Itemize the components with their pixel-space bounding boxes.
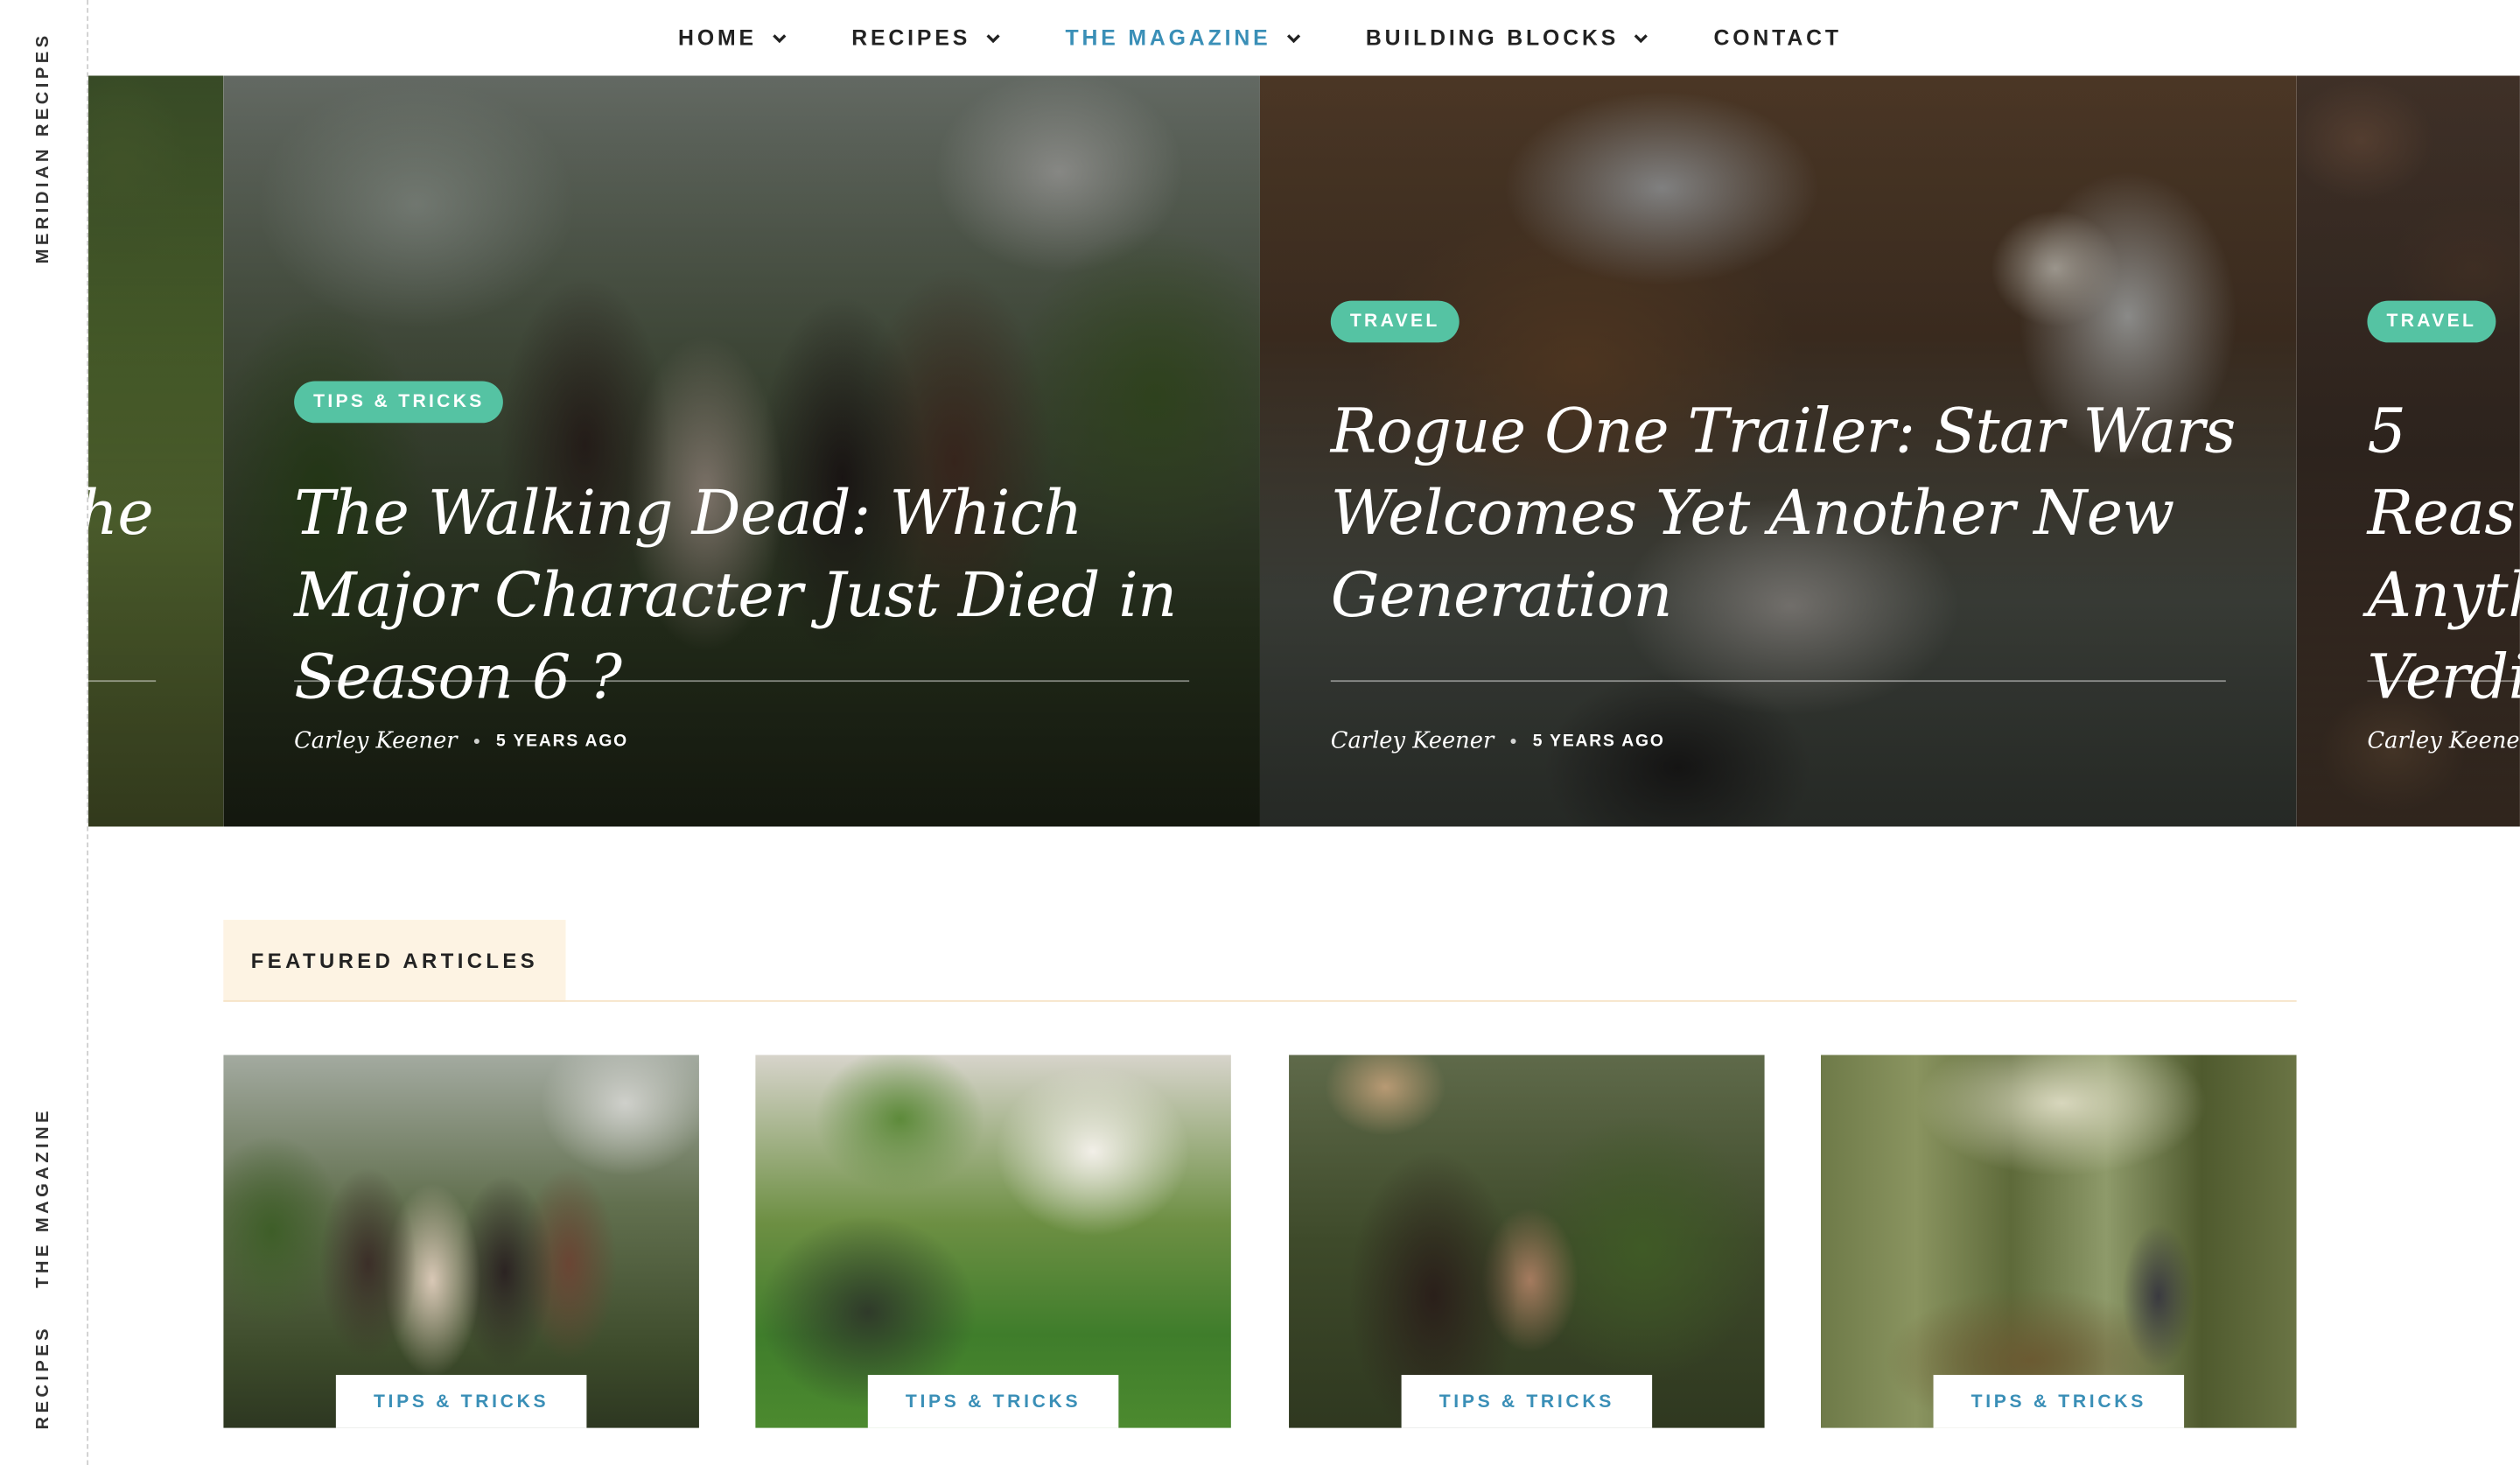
card-image <box>1820 1055 2297 1428</box>
article-card[interactable]: TIPS & TRICKS <box>223 1055 699 1428</box>
author-link[interactable]: Carley Keener <box>2367 728 2519 754</box>
hero-slide-partial-right[interactable]: TRAVEL 5 Reas Anyth Verdic Carley Keener <box>2296 75 2520 827</box>
side-rail: MERIDIAN RECIPES THE MAGAZINE RECIPES <box>0 0 89 1465</box>
nav-item-label: CONTACT <box>1713 25 1842 50</box>
card-category-tag[interactable]: TIPS & TRICKS <box>335 1375 587 1428</box>
card-image <box>223 1055 699 1428</box>
category-badge[interactable]: TRAVEL <box>2367 300 2496 343</box>
hero-slider: he TIPS & TRICKS The Walking Dead: Which… <box>88 75 2520 827</box>
article-card[interactable]: TIPS & TRICKS <box>1820 1055 2297 1428</box>
nav-item-label: RECIPES <box>851 25 971 50</box>
slide-meta: Carley Keener <box>2367 728 2519 754</box>
slide-title[interactable]: Rogue One Trailer: Star Wars Welcomes Ye… <box>1331 391 2263 637</box>
hero-slide[interactable]: TRAVEL Rogue One Trailer: Star Wars Welc… <box>1259 75 2297 827</box>
category-badge[interactable]: TIPS & TRICKS <box>294 381 504 424</box>
slide-divider <box>294 680 1190 683</box>
slide-title[interactable]: he <box>88 473 154 555</box>
slide-divider <box>2367 680 2520 683</box>
category-badge[interactable]: TRAVEL <box>1330 300 1460 343</box>
nav-item-contact[interactable]: CONTACT <box>1713 25 1841 50</box>
nav-item-label: HOME <box>678 25 757 50</box>
nav-item-building-blocks[interactable]: BUILDING BLOCKS <box>1366 25 1649 50</box>
featured-divider <box>223 999 2297 1002</box>
card-image <box>1289 1055 1765 1428</box>
slide-overlay <box>88 75 224 827</box>
author-link[interactable]: Carley Keener <box>1331 728 1494 754</box>
author-link[interactable]: Carley Keener <box>294 728 457 754</box>
page: HOME RECIPES THE MAGAZINE BUILDING BLOCK… <box>0 0 2520 1465</box>
card-category-tag[interactable]: TIPS & TRICKS <box>1401 1375 1653 1428</box>
featured-articles-heading: FEATURED ARTICLES <box>223 920 566 1002</box>
slide-meta: Carley Keener • 5 YEARS AGO <box>1331 728 1665 754</box>
nav-item-recipes[interactable]: RECIPES <box>851 25 1001 50</box>
article-card[interactable]: TIPS & TRICKS <box>1289 1055 1765 1428</box>
chevron-down-icon <box>986 33 1000 43</box>
nav-item-home[interactable]: HOME <box>678 25 788 50</box>
card-category-tag[interactable]: TIPS & TRICKS <box>1933 1375 2185 1428</box>
slide-title[interactable]: The Walking Dead: Which Major Character … <box>294 473 1226 718</box>
separator-dot: • <box>1509 730 1517 753</box>
nav-item-the-magazine[interactable]: THE MAGAZINE <box>1065 25 1301 50</box>
main-navigation: HOME RECIPES THE MAGAZINE BUILDING BLOCK… <box>0 0 2520 76</box>
article-card[interactable]: TIPS & TRICKS <box>755 1055 1231 1428</box>
nav-item-label: BUILDING BLOCKS <box>1365 25 1620 50</box>
card-category-tag[interactable]: TIPS & TRICKS <box>867 1375 1119 1428</box>
rail-link-recipes[interactable]: RECIPES <box>34 1325 53 1430</box>
card-image <box>755 1055 1231 1428</box>
slide-title[interactable]: 5 Reas Anyth Verdic <box>2367 391 2519 719</box>
rail-link-the-magazine[interactable]: THE MAGAZINE <box>34 1107 53 1288</box>
rail-link-meridian-recipes[interactable]: MERIDIAN RECIPES <box>34 32 53 263</box>
post-age: 5 YEARS AGO <box>496 732 629 752</box>
nav-item-label: THE MAGAZINE <box>1065 25 1271 50</box>
slide-meta: Carley Keener • 5 YEARS AGO <box>294 728 628 754</box>
chevron-down-icon <box>1286 33 1300 43</box>
hero-slide-partial-left[interactable]: he <box>88 75 224 827</box>
chevron-down-icon <box>773 33 787 43</box>
slide-divider <box>1330 680 2226 683</box>
slide-divider <box>88 680 157 683</box>
separator-dot: • <box>472 730 480 753</box>
hero-slide[interactable]: TIPS & TRICKS The Walking Dead: Which Ma… <box>223 75 1260 827</box>
post-age: 5 YEARS AGO <box>1532 732 1665 752</box>
chevron-down-icon <box>1634 33 1648 43</box>
